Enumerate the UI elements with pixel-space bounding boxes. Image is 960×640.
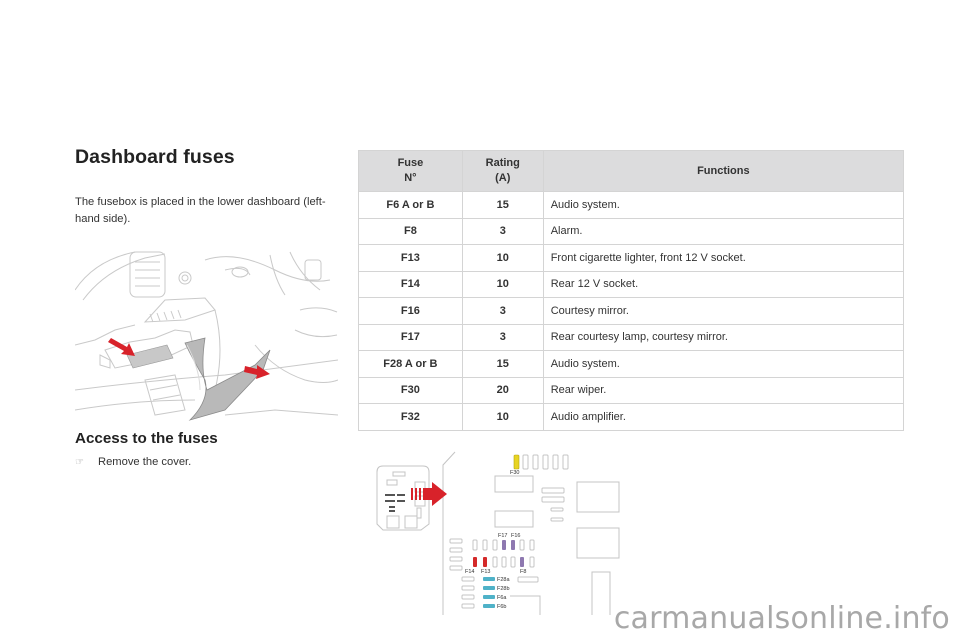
table-row: F14 10 Rear 12 V socket. <box>358 270 905 298</box>
fuse-f30 <box>513 454 520 470</box>
fuse-rating: 10 <box>461 403 544 431</box>
fuse-function: Alarm. <box>542 217 905 245</box>
header-functions: Functions <box>542 150 905 192</box>
table-row: F17 3 Rear courtesy lamp, courtesy mirro… <box>358 323 905 351</box>
fuse-f16 <box>511 540 515 550</box>
label-f28a: F28a <box>497 577 510 583</box>
fuse-number: F13 <box>358 244 463 272</box>
intro-text: The fusebox is placed in the lower dashb… <box>75 196 326 225</box>
header-rating-line2: (A) <box>495 172 511 184</box>
table-row: F32 10 Audio amplifier. <box>358 403 905 431</box>
pointing-hand-icon: ☞ <box>75 456 84 468</box>
access-title: Access to the fuses <box>75 430 218 447</box>
label-f28b: F28b <box>497 586 510 592</box>
table-row: F6 A or B 15 Audio system. <box>358 191 905 219</box>
label-f30: F30 <box>510 470 519 476</box>
fuse-function: Audio amplifier. <box>542 403 905 431</box>
fuse-number: F30 <box>358 376 463 404</box>
table-header-row: Fuse N° Rating (A) Functions <box>358 150 905 192</box>
label-f6a: F6a <box>497 595 507 601</box>
fuse-number: F14 <box>358 270 463 298</box>
fuse-rating: 10 <box>461 244 544 272</box>
header-fuse-line2: N° <box>404 172 417 184</box>
label-f6b: F6b <box>497 604 506 610</box>
fuse-function: Rear wiper. <box>542 376 905 404</box>
header-rating: Rating (A) <box>461 150 544 192</box>
label-f14: F14 <box>465 569 474 575</box>
fuse-f13 <box>483 557 487 567</box>
fuse-f6b <box>483 604 495 608</box>
label-f8: F8 <box>520 569 526 575</box>
step-text: Remove the cover. <box>98 456 192 468</box>
fuse-function: Rear 12 V socket. <box>542 270 905 298</box>
label-f16: F16 <box>511 533 520 539</box>
step-remove-cover: ☞ Remove the cover. <box>75 456 191 468</box>
fuse-table: Fuse N° Rating (A) Functions F6 A or B 1… <box>358 150 905 431</box>
fuse-function: Rear courtesy lamp, courtesy mirror. <box>542 323 905 351</box>
table-row: F8 3 Alarm. <box>358 217 905 245</box>
fuse-rating: 20 <box>461 376 544 404</box>
fuse-f8 <box>520 557 524 567</box>
table-row: F16 3 Courtesy mirror. <box>358 297 905 325</box>
table-row: F28 A or B 15 Audio system. <box>358 350 905 378</box>
table-row: F13 10 Front cigarette lighter, front 12… <box>358 244 905 272</box>
fuse-number: F28 A or B <box>358 350 463 378</box>
label-f13: F13 <box>481 569 490 575</box>
fuse-f6a <box>483 595 495 599</box>
table-row: F30 20 Rear wiper. <box>358 376 905 404</box>
fuse-number: F17 <box>358 323 463 351</box>
fuse-number: F32 <box>358 403 463 431</box>
page-title: Dashboard fuses <box>75 146 235 168</box>
fuse-f28b <box>483 586 495 590</box>
fuse-f17 <box>502 540 506 550</box>
fusebox-diagram: F30 F17 F16 F14 F13 F8 F28a F28b F6a F6b <box>376 451 620 615</box>
fuse-number: F16 <box>358 297 463 325</box>
fuse-function: Courtesy mirror. <box>542 297 905 325</box>
dashboard-illustration <box>75 251 338 421</box>
fuse-rating: 3 <box>461 323 544 351</box>
header-fuse-number: Fuse N° <box>358 150 463 192</box>
fuse-rating: 15 <box>461 350 544 378</box>
fuse-rating: 3 <box>461 297 544 325</box>
header-fuse-line1: Fuse <box>397 157 424 169</box>
fuse-rating: 10 <box>461 270 544 298</box>
fuse-number: F8 <box>358 217 463 245</box>
header-rating-line1: Rating <box>485 157 520 169</box>
fuse-number: F6 A or B <box>358 191 463 219</box>
fuse-function: Audio system. <box>542 191 905 219</box>
fuse-rating: 3 <box>461 217 544 245</box>
watermark: carmanualsonline.info <box>613 601 950 636</box>
fuse-f14 <box>473 557 477 567</box>
fuse-function: Audio system. <box>542 350 905 378</box>
fuse-rating: 15 <box>461 191 544 219</box>
fuse-function: Front cigarette lighter, front 12 V sock… <box>542 244 905 272</box>
label-f17: F17 <box>498 533 507 539</box>
fuse-f28a <box>483 577 495 581</box>
